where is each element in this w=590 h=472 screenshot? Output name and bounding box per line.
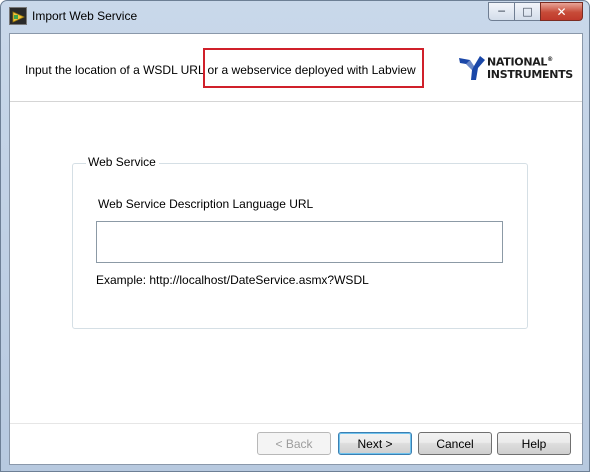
caption-buttons: ─ □ ✕: [488, 2, 583, 22]
back-button[interactable]: < Back: [257, 432, 331, 455]
close-button[interactable]: ✕: [540, 2, 583, 21]
window-title: Import Web Service: [32, 9, 138, 23]
logo-text: NATIONAL® INSTRUMENTS: [487, 54, 573, 81]
header-divider: [10, 101, 582, 102]
import-web-service-window: Import Web Service ─ □ ✕ Input the locat…: [0, 0, 590, 472]
wsdl-url-input[interactable]: [96, 221, 503, 263]
logo-line-instruments: INSTRUMENTS: [487, 67, 573, 81]
logo-trademark: ®: [547, 56, 553, 63]
help-button[interactable]: Help: [497, 432, 571, 455]
minimize-icon: ─: [498, 5, 505, 18]
labview-icon: [9, 7, 27, 25]
national-instruments-eagle-icon: [459, 56, 485, 80]
cancel-button[interactable]: Cancel: [418, 432, 492, 455]
group-legend: Web Service: [86, 155, 159, 169]
national-instruments-logo: NATIONAL® INSTRUMENTS: [457, 52, 579, 86]
dialog-client-area: Input the location of a WSDL URL or a we…: [9, 33, 583, 465]
title-bar[interactable]: Import Web Service ─ □ ✕: [1, 1, 589, 33]
footer-divider: [10, 423, 582, 424]
maximize-icon: □: [522, 5, 533, 18]
example-text: Example: http://localhost/DateService.as…: [96, 273, 369, 287]
annotation-highlight-box: [203, 48, 424, 88]
maximize-button[interactable]: □: [514, 2, 540, 21]
minimize-button[interactable]: ─: [488, 2, 514, 21]
close-icon: ✕: [556, 4, 567, 19]
wsdl-url-label: Web Service Description Language URL: [98, 197, 314, 211]
next-button[interactable]: Next >: [338, 432, 412, 455]
logo-line-national: NATIONAL®: [487, 55, 553, 69]
